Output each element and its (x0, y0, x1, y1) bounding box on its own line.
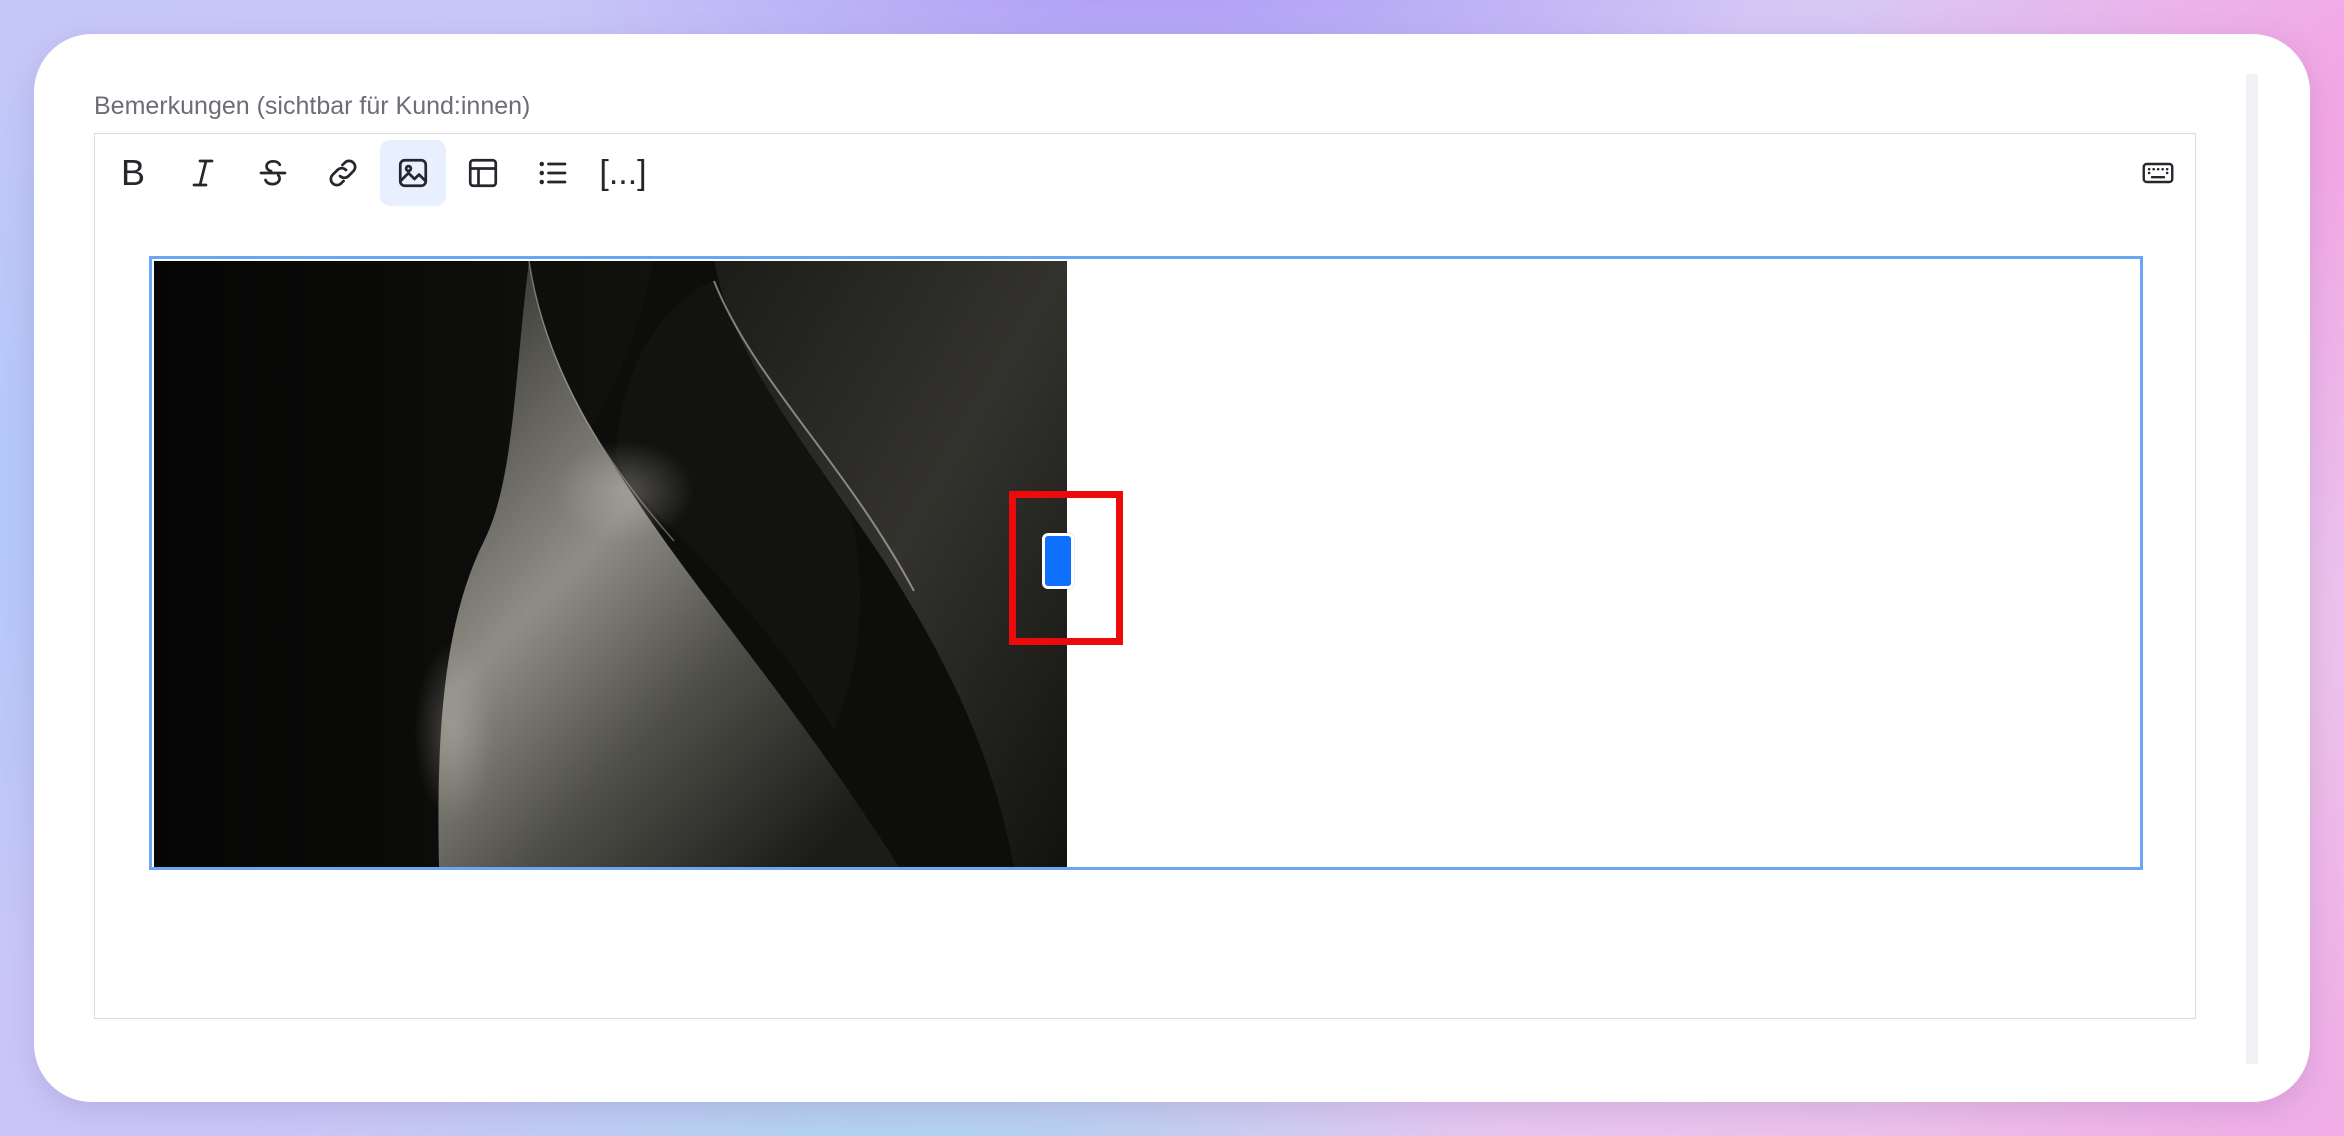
bullet-list-icon (539, 161, 567, 185)
bold-button[interactable]: B (100, 140, 166, 206)
keyboard-icon (2142, 162, 2174, 184)
link-icon (329, 159, 357, 187)
content-table[interactable] (149, 256, 2143, 870)
table-icon (468, 158, 498, 188)
remarks-field-label: Bemerkungen (sichtbar für Kund:innen) (94, 92, 531, 120)
bullet-list-button[interactable] (520, 140, 586, 206)
scrollbar[interactable] (2246, 74, 2258, 1064)
keyboard-shortcuts-button[interactable] (2125, 140, 2191, 206)
strikethrough-icon (259, 159, 287, 186)
image-icon (398, 158, 428, 188)
italic-icon (192, 159, 214, 187)
placeholder-icon: [...] (599, 154, 647, 192)
bold-icon: B (120, 152, 145, 193)
image-button[interactable] (380, 140, 446, 206)
table-button[interactable] (450, 140, 516, 206)
inserted-image[interactable] (154, 261, 1067, 867)
abstract-wave-image (154, 261, 1067, 867)
strikethrough-button[interactable] (240, 140, 306, 206)
highlight-annotation-box (1009, 491, 1123, 645)
italic-button[interactable] (170, 140, 236, 206)
link-button[interactable] (310, 140, 376, 206)
placeholder-button[interactable]: [...] (590, 140, 656, 206)
